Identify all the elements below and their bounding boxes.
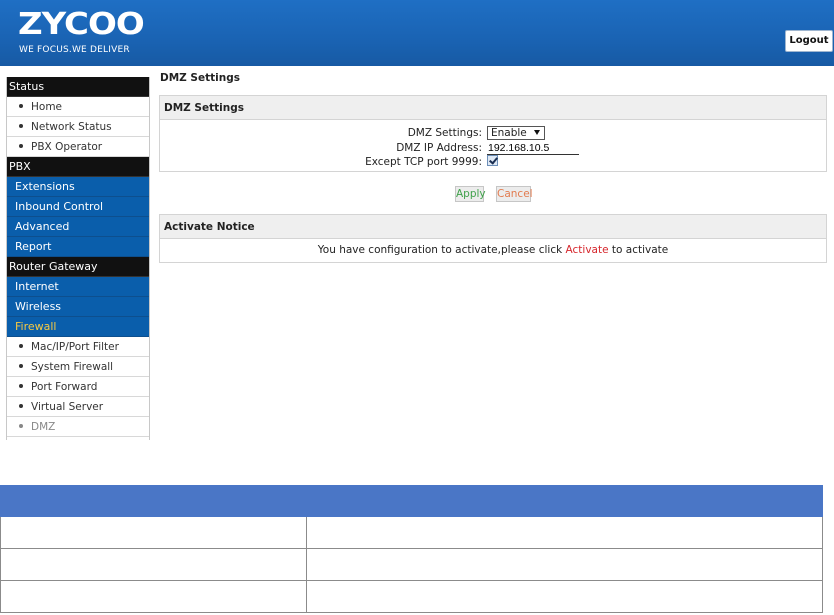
bullet-icon	[19, 404, 23, 408]
sidebar-subitem-home[interactable]: Home	[7, 97, 149, 117]
cancel-button[interactable]: Cancel	[496, 186, 533, 202]
activate-notice-text: You have configuration to activate,pleas…	[160, 244, 826, 256]
dropdown-arrow-icon	[534, 130, 540, 135]
table-cell	[306, 580, 823, 613]
top-header: ZYCOO WE FOCUS.WE DELIVER Logout	[0, 0, 834, 66]
dmz-settings-row: DMZ Settings:	[160, 126, 482, 140]
sidebar-item-label: Port Forward	[31, 381, 98, 393]
sidebar-item-label: Internet	[15, 280, 59, 293]
table-cell	[0, 548, 307, 581]
sidebar-subitem-pbx-operator[interactable]: PBX Operator	[7, 137, 149, 157]
sidebar-item-label: Virtual Server	[31, 401, 104, 413]
logo-wordmark: ZYCOO	[18, 6, 145, 43]
activate-notice-title: Activate Notice	[160, 215, 826, 239]
sidebar-item-label: Firewall	[15, 320, 57, 333]
dmz-settings-select[interactable]: Enable	[487, 126, 545, 140]
sidebar-nav: Status Home Network Status PBX Operator PBX E…	[6, 77, 150, 440]
table-cell	[306, 516, 823, 549]
activate-link[interactable]: Activate	[566, 244, 609, 256]
sidebar-subitem-mac-ip-port-filter[interactable]: Mac/IP/Port Filter	[7, 337, 149, 357]
dmz-ip-label: DMZ IP Address:	[396, 142, 482, 154]
except-tcp-checkbox[interactable]	[487, 155, 498, 166]
dmz-settings-label: DMZ Settings:	[407, 127, 482, 139]
notice-text-before: You have configuration to activate,pleas…	[317, 244, 566, 256]
notice-text-after: to activate	[608, 244, 669, 256]
apply-button[interactable]: Apply	[455, 186, 486, 202]
sidebar-item-label: Wireless	[15, 300, 62, 313]
table-row	[0, 548, 823, 581]
sidebar-subitem-system-firewall[interactable]: System Firewall	[7, 357, 149, 377]
sidebar-item-advanced[interactable]: Advanced	[7, 217, 149, 237]
sidebar-item-label: System Firewall	[31, 361, 114, 373]
sidebar-item-label: Inbound Control	[15, 200, 104, 213]
bullet-icon	[19, 104, 23, 108]
logout-button[interactable]: Logout	[785, 30, 833, 52]
sidebar-item-label: Home	[31, 101, 63, 113]
logo-tagline: WE FOCUS.WE DELIVER	[19, 45, 130, 55]
bullet-icon	[19, 144, 23, 148]
sidebar-item-extensions[interactable]: Extensions	[7, 177, 149, 197]
sidebar-item-label: Mac/IP/Port Filter	[31, 341, 119, 353]
sidebar-item-inbound-control[interactable]: Inbound Control	[7, 197, 149, 217]
dmz-ip-input[interactable]	[487, 141, 579, 155]
sidebar-item-label: Network Status	[31, 121, 112, 133]
bottom-table-header-cell	[306, 485, 823, 517]
sidebar-item-report[interactable]: Report	[7, 237, 149, 257]
bullet-icon	[19, 124, 23, 128]
bottom-table	[0, 485, 823, 613]
bottom-table-header-row	[0, 485, 823, 517]
except-tcp-label: Except TCP port 9999:	[365, 156, 482, 168]
dmz-settings-select-value: Enable	[491, 127, 527, 139]
sidebar-item-label: Extensions	[15, 180, 75, 193]
sidebar-subitem-port-forward[interactable]: Port Forward	[7, 377, 149, 397]
sidebar-item-wireless[interactable]: Wireless	[7, 297, 149, 317]
sidebar-subitem-dmz[interactable]: DMZ	[7, 417, 149, 437]
bullet-icon	[19, 344, 23, 348]
table-row	[0, 580, 823, 613]
sidebar-section-status: Status	[7, 77, 149, 97]
bullet-icon	[19, 384, 23, 388]
bottom-table-header-cell	[0, 485, 307, 517]
sidebar-item-label: Report	[15, 240, 52, 253]
sidebar-item-firewall[interactable]: Firewall	[7, 317, 149, 337]
table-row	[0, 516, 823, 549]
except-tcp-row: Except TCP port 9999:	[160, 155, 482, 169]
sidebar-section-pbx: PBX	[7, 157, 149, 177]
table-cell	[306, 548, 823, 581]
sidebar-subitem-network-status[interactable]: Network Status	[7, 117, 149, 137]
table-cell	[0, 580, 307, 613]
sidebar-item-internet[interactable]: Internet	[7, 277, 149, 297]
page-title: DMZ Settings	[160, 72, 240, 84]
bullet-icon	[19, 424, 23, 428]
sidebar-item-label: Status	[9, 80, 45, 93]
zycoo-logo: ZYCOO WE FOCUS.WE DELIVER	[18, 8, 145, 60]
sidebar-section-router-gateway: Router Gateway	[7, 257, 149, 277]
bullet-icon	[19, 364, 23, 368]
dmz-settings-panel-title: DMZ Settings	[160, 96, 826, 120]
sidebar-item-label: Router Gateway	[9, 260, 98, 273]
sidebar-item-label: DMZ	[31, 421, 56, 433]
dmz-ip-row: DMZ IP Address:	[160, 141, 482, 155]
sidebar-item-label: PBX	[9, 160, 31, 173]
sidebar-subitem-virtual-server[interactable]: Virtual Server	[7, 397, 149, 417]
table-cell	[0, 516, 307, 549]
sidebar-item-label: PBX Operator	[31, 141, 103, 153]
dmz-settings-panel: DMZ Settings DMZ Settings: Enable DMZ IP…	[159, 95, 827, 172]
sidebar-item-label: Advanced	[15, 220, 70, 233]
activate-notice-panel: Activate Notice You have configuration t…	[159, 214, 827, 263]
